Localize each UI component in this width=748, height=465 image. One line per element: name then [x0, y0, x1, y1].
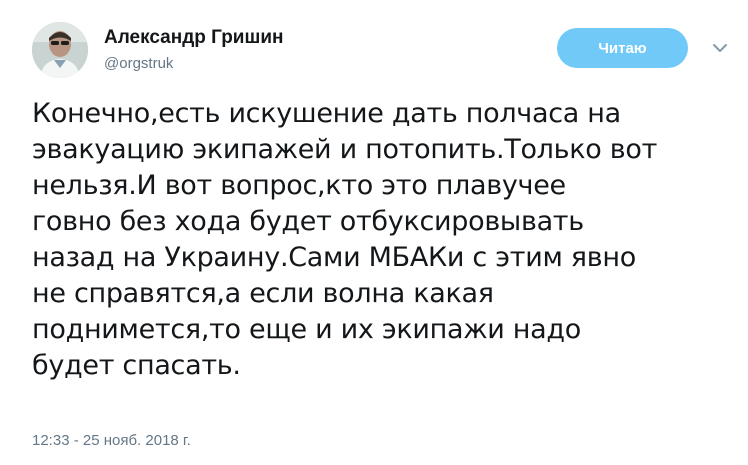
tweet-header: Александр Гришин @orgstruk Читаю	[32, 22, 727, 78]
tweet-text-line: эвакуацию экипажей и потопить.Только вот	[32, 134, 658, 165]
tweet-text-line: говно без хода будет отбуксировывать	[32, 206, 584, 237]
tweet-text-line: будет спасать.	[32, 350, 241, 381]
avatar[interactable]	[32, 22, 88, 78]
tweet-text-line: Конечно,есть искушение дать полчаса на	[32, 98, 621, 129]
follow-button[interactable]: Читаю	[557, 28, 688, 68]
author-names: Александр Гришин @orgstruk	[104, 26, 283, 74]
tweet-text-line: нельзя.И вот вопрос,кто это плавучее	[32, 170, 566, 201]
tweet-text: Конечно,есть искушение дать полчаса на э…	[32, 96, 722, 384]
chevron-down-icon[interactable]	[710, 40, 730, 56]
tweet-text-line: назад на Украину.Сами МБАКи с этим явно	[32, 242, 636, 273]
tweet-card: Александр Гришин @orgstruk Читаю Конечно…	[0, 0, 748, 465]
author-handle[interactable]: @orgstruk	[104, 54, 283, 74]
tweet-timestamp[interactable]: 12:33 - 25 нояб. 2018 г.	[32, 432, 191, 449]
tweet-text-line: поднимется,то еще и их экипажи надо	[32, 314, 581, 345]
tweet-text-line: не справятся,а если волна какая	[32, 278, 494, 309]
author-display-name[interactable]: Александр Гришин	[104, 26, 283, 50]
avatar-image	[32, 22, 88, 78]
